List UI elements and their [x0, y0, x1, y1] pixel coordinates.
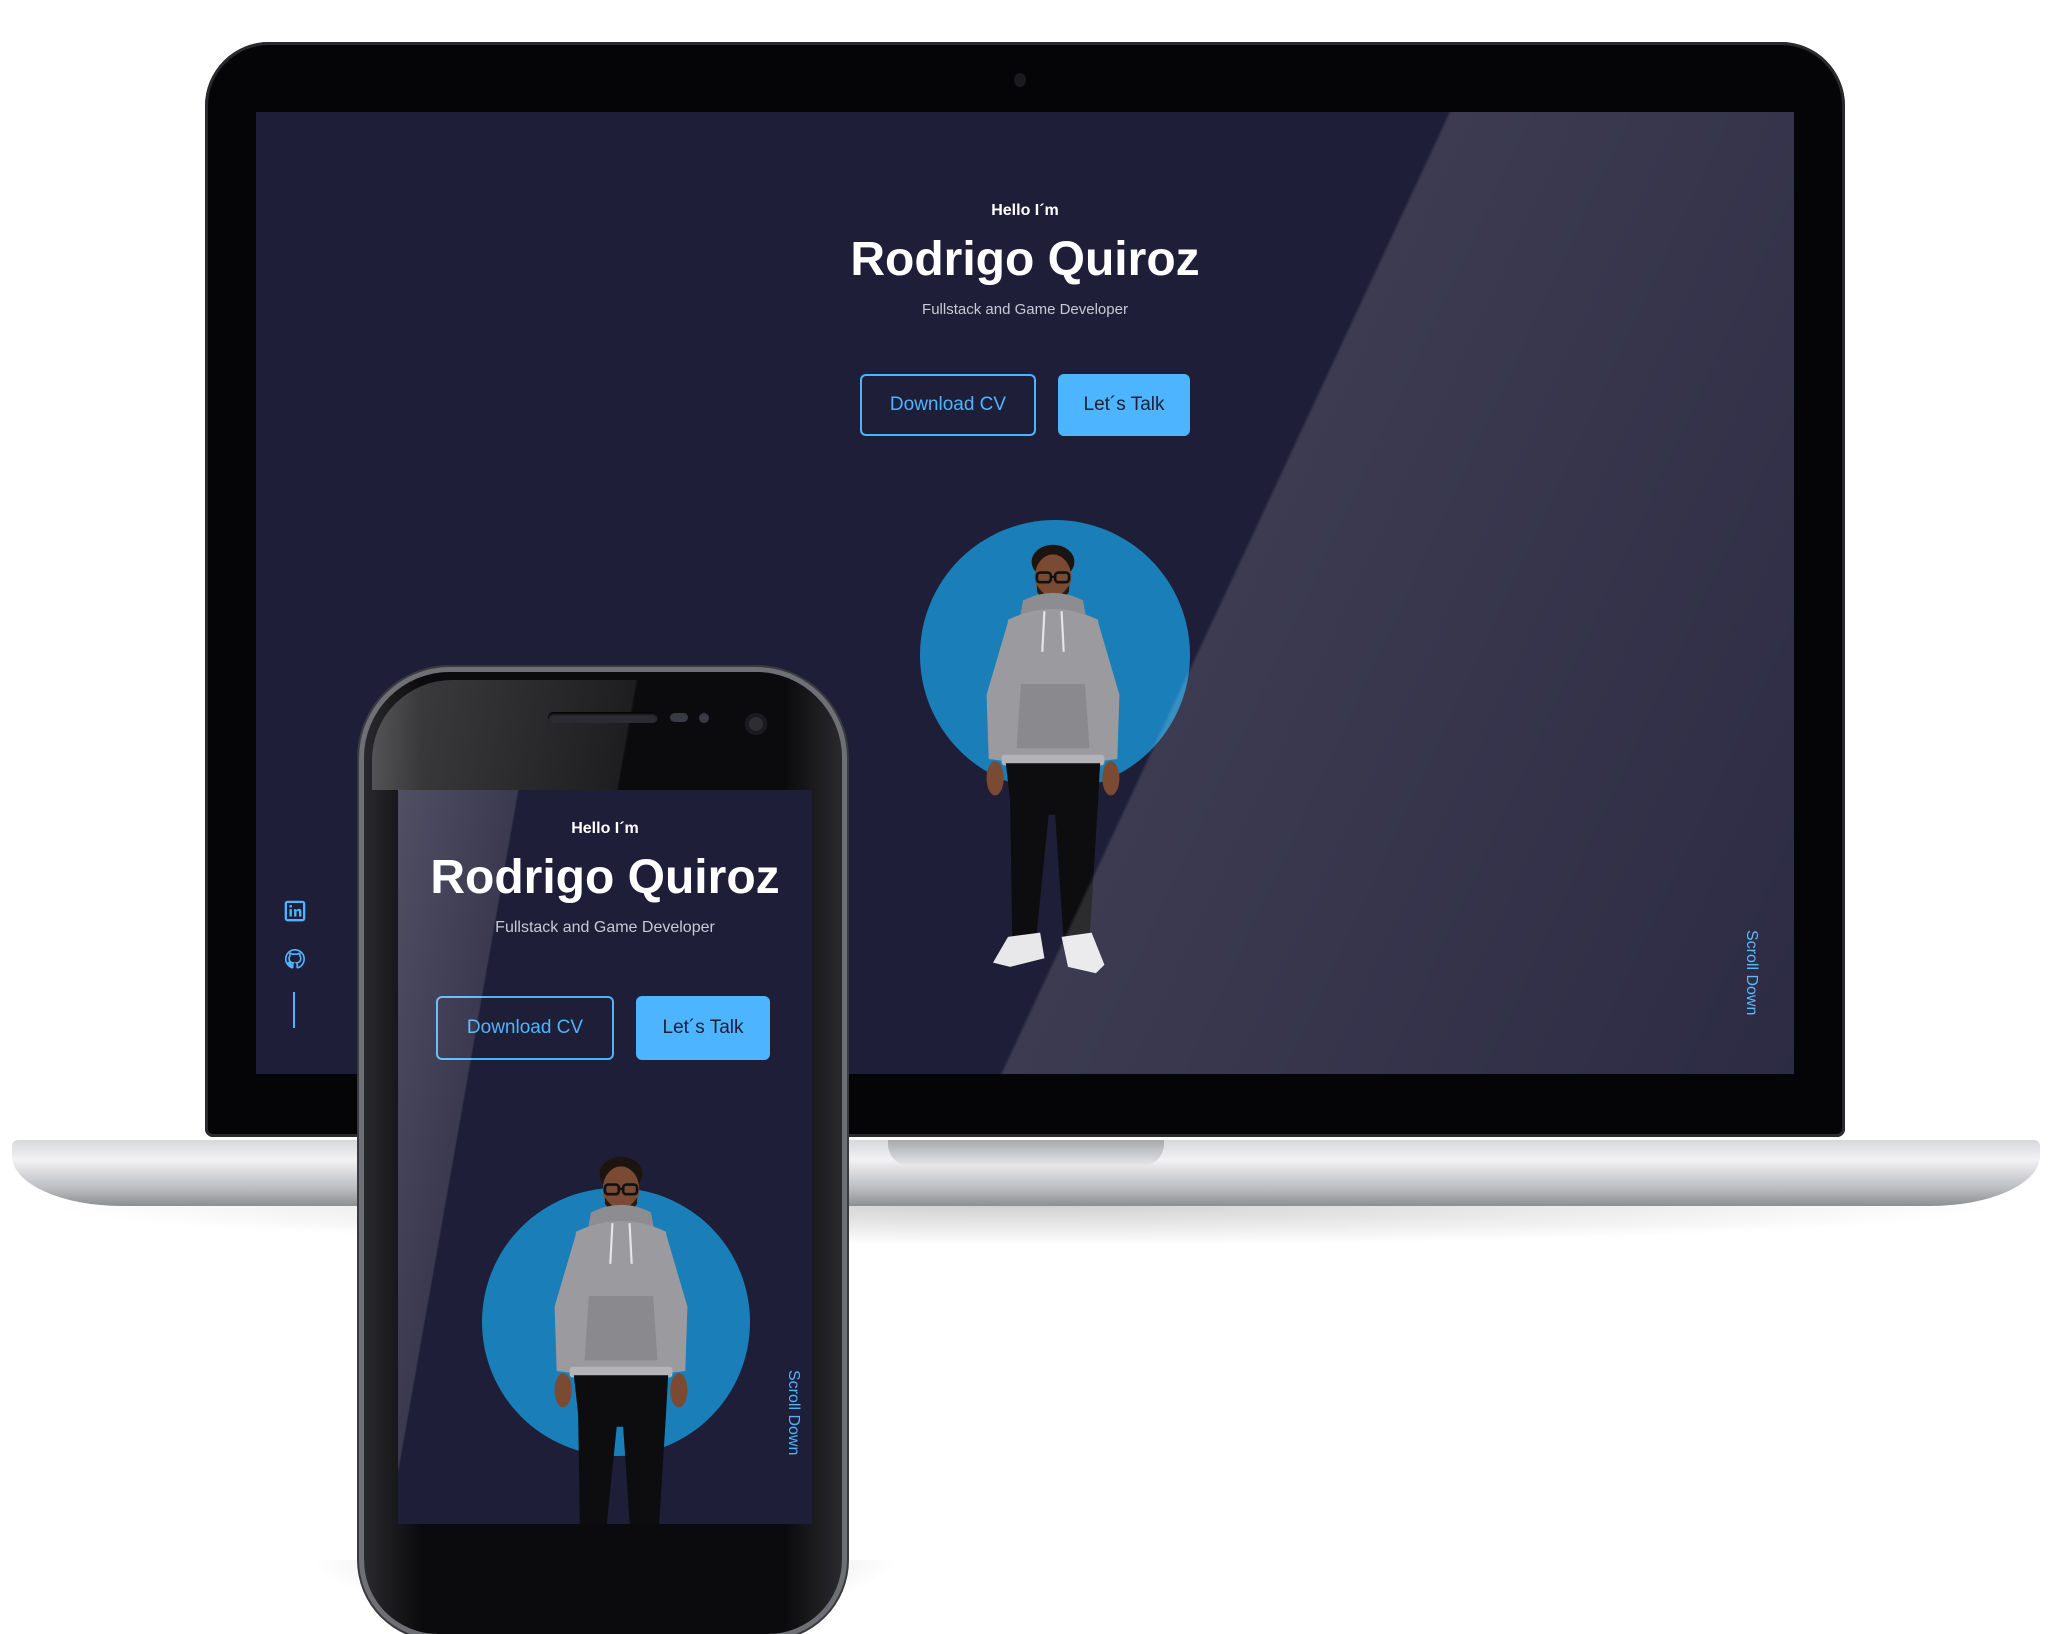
- phone-cta-row: Download CV Let´s Talk: [436, 996, 770, 1060]
- github-icon[interactable]: [284, 948, 306, 970]
- laptop-cta-row: Download CV Let´s Talk: [860, 374, 1190, 436]
- avatar-image: [546, 1146, 696, 1524]
- phone-sensor: [699, 713, 709, 723]
- laptop-notch: [888, 1140, 1164, 1166]
- hero-name: Rodrigo Quiroz: [430, 851, 780, 904]
- hero-role: Fullstack and Game Developer: [495, 919, 715, 936]
- linkedin-icon[interactable]: [284, 900, 306, 922]
- greeting-text: Hello I´m: [571, 820, 639, 837]
- scroll-down-link[interactable]: Scroll Down: [1742, 930, 1760, 1015]
- laptop-hero: Hello I´m Rodrigo Quiroz Fullstack and G…: [256, 202, 1794, 318]
- hero-role: Fullstack and Game Developer: [922, 301, 1128, 318]
- laptop-shadow: [40, 1206, 2010, 1246]
- laptop-camera: [1014, 73, 1026, 87]
- greeting-text: Hello I´m: [991, 202, 1059, 219]
- scroll-down-link[interactable]: Scroll Down: [784, 1370, 802, 1455]
- download-cv-button[interactable]: Download CV: [860, 374, 1036, 436]
- phone-camera: [745, 713, 767, 735]
- phone-hero: Hello I´m Rodrigo Quiroz Fullstack and G…: [398, 820, 812, 937]
- download-cv-button[interactable]: Download CV: [436, 996, 614, 1060]
- lets-talk-button[interactable]: Let´s Talk: [636, 996, 770, 1060]
- sidebar-line: [293, 992, 295, 1028]
- avatar-image: [978, 534, 1128, 984]
- phone-speaker: [548, 712, 658, 723]
- phone-sensor: [670, 713, 688, 722]
- hero-name: Rodrigo Quiroz: [850, 233, 1200, 286]
- lets-talk-button[interactable]: Let´s Talk: [1058, 374, 1190, 436]
- phone-screen: Hello I´m Rodrigo Quiroz Fullstack and G…: [398, 790, 812, 1524]
